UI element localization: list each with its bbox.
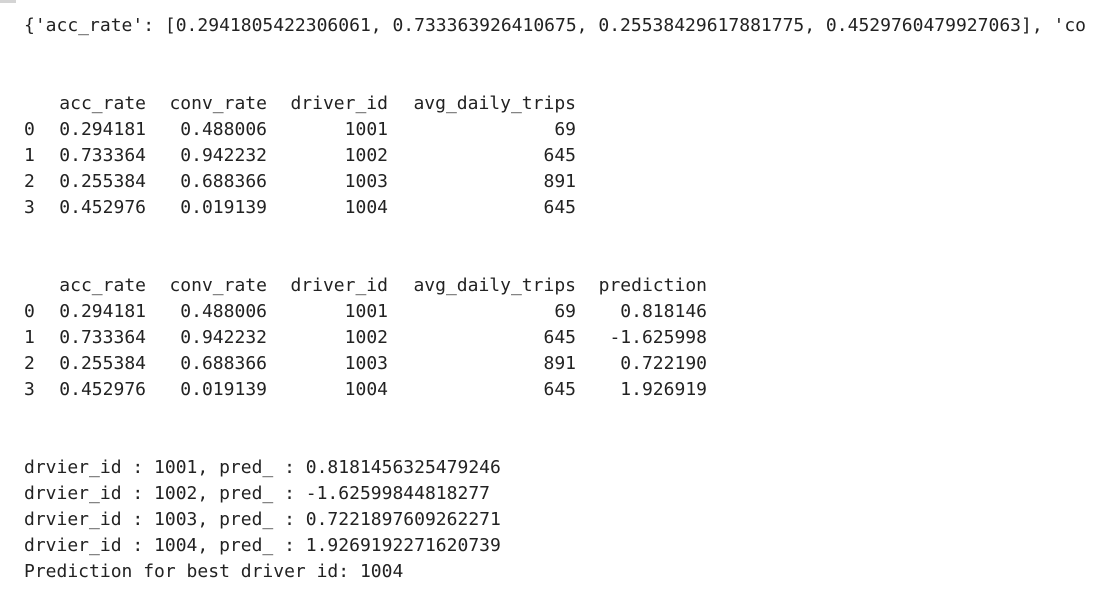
log-line: drvier_id : 1004, pred_ : 1.926919227162… <box>24 535 501 556</box>
cell-avg-daily-trips: 645 <box>543 327 576 348</box>
cell-conv-rate: 0.688366 <box>180 353 267 374</box>
cell-prediction: -1.625998 <box>609 327 707 348</box>
cell-acc-rate: 0.452976 <box>59 197 146 218</box>
column-header-driver-id: driver_id <box>290 93 388 114</box>
row-index: 3 <box>24 379 35 400</box>
row-index: 0 <box>24 301 35 322</box>
cell-conv-rate: 0.688366 <box>180 171 267 192</box>
cell-conv-rate: 0.942232 <box>180 145 267 166</box>
column-header-avg-daily-trips: avg_daily_trips <box>413 275 576 296</box>
cell-driver-id: 1004 <box>344 197 388 218</box>
cell-conv-rate: 0.942232 <box>180 327 267 348</box>
cell-driver-id: 1002 <box>344 145 388 166</box>
cell-acc-rate: 0.452976 <box>59 379 146 400</box>
table-row: 1 0.733364 0.942232 1002 645 -1.625998 <box>24 325 707 351</box>
table-row: 0 0.294181 0.488006 1001 69 <box>24 117 576 143</box>
table-row: 3 0.452976 0.019139 1004 645 1.926919 <box>24 377 707 403</box>
row-index: 0 <box>24 119 35 140</box>
log-line: drvier_id : 1002, pred_ : -1.62599844818… <box>24 483 490 504</box>
row-index: 1 <box>24 145 35 166</box>
cell-driver-id: 1004 <box>344 379 388 400</box>
row-index: 1 <box>24 327 35 348</box>
cell-avg-daily-trips: 891 <box>543 353 576 374</box>
log-line: drvier_id : 1003, pred_ : 0.722189760926… <box>24 509 501 530</box>
cell-output-area: {'acc_rate': [0.2941805422306061, 0.7333… <box>24 0 1094 594</box>
column-header-conv-rate: conv_rate <box>169 93 267 114</box>
table-row: 0 0.294181 0.488006 1001 69 0.818146 <box>24 299 707 325</box>
column-header-prediction: prediction <box>598 275 707 296</box>
dataframe-table-1: acc_rate conv_rate driver_id avg_daily_t… <box>24 91 576 221</box>
cell-conv-rate: 0.488006 <box>180 119 267 140</box>
cell-driver-id: 1003 <box>344 353 388 374</box>
column-header-acc-rate: acc_rate <box>59 93 146 114</box>
cell-prediction: 0.722190 <box>620 353 707 374</box>
output-tab-marker <box>0 0 16 3</box>
cell-driver-id: 1001 <box>344 301 388 322</box>
table-row: 2 0.255384 0.688366 1003 891 <box>24 169 576 195</box>
cell-prediction: 1.926919 <box>620 379 707 400</box>
row-index: 2 <box>24 171 35 192</box>
row-index: 3 <box>24 197 35 218</box>
cell-acc-rate: 0.733364 <box>59 145 146 166</box>
cell-acc-rate: 0.294181 <box>59 301 146 322</box>
cell-avg-daily-trips: 69 <box>554 119 576 140</box>
cell-conv-rate: 0.488006 <box>180 301 267 322</box>
table-header: acc_rate conv_rate driver_id avg_daily_t… <box>24 273 707 299</box>
dict-output-line: {'acc_rate': [0.2941805422306061, 0.7333… <box>24 15 1087 36</box>
best-driver-line: Prediction for best driver id: 1004 <box>24 561 404 582</box>
cell-acc-rate: 0.255384 <box>59 353 146 374</box>
table-row: 1 0.733364 0.942232 1002 645 <box>24 143 576 169</box>
cell-avg-daily-trips: 891 <box>543 171 576 192</box>
table-header: acc_rate conv_rate driver_id avg_daily_t… <box>24 91 576 117</box>
cell-avg-daily-trips: 645 <box>543 145 576 166</box>
cell-acc-rate: 0.733364 <box>59 327 146 348</box>
column-header-acc-rate: acc_rate <box>59 275 146 296</box>
cell-avg-daily-trips: 645 <box>543 197 576 218</box>
log-line: drvier_id : 1001, pred_ : 0.818145632547… <box>24 457 501 478</box>
dataframe-table-2: acc_rate conv_rate driver_id avg_daily_t… <box>24 273 707 403</box>
cell-acc-rate: 0.255384 <box>59 171 146 192</box>
row-index: 2 <box>24 353 35 374</box>
cell-driver-id: 1002 <box>344 327 388 348</box>
cell-conv-rate: 0.019139 <box>180 197 267 218</box>
table-row: 3 0.452976 0.019139 1004 645 <box>24 195 576 221</box>
cell-driver-id: 1001 <box>344 119 388 140</box>
cell-prediction: 0.818146 <box>620 301 707 322</box>
column-header-driver-id: driver_id <box>290 275 388 296</box>
cell-conv-rate: 0.019139 <box>180 379 267 400</box>
column-header-avg-daily-trips: avg_daily_trips <box>413 93 576 114</box>
prediction-log: drvier_id : 1001, pred_ : 0.818145632547… <box>24 455 501 585</box>
cell-driver-id: 1003 <box>344 171 388 192</box>
cell-acc-rate: 0.294181 <box>59 119 146 140</box>
table-row: 2 0.255384 0.688366 1003 891 0.722190 <box>24 351 707 377</box>
column-header-conv-rate: conv_rate <box>169 275 267 296</box>
cell-avg-daily-trips: 645 <box>543 379 576 400</box>
cell-avg-daily-trips: 69 <box>554 301 576 322</box>
